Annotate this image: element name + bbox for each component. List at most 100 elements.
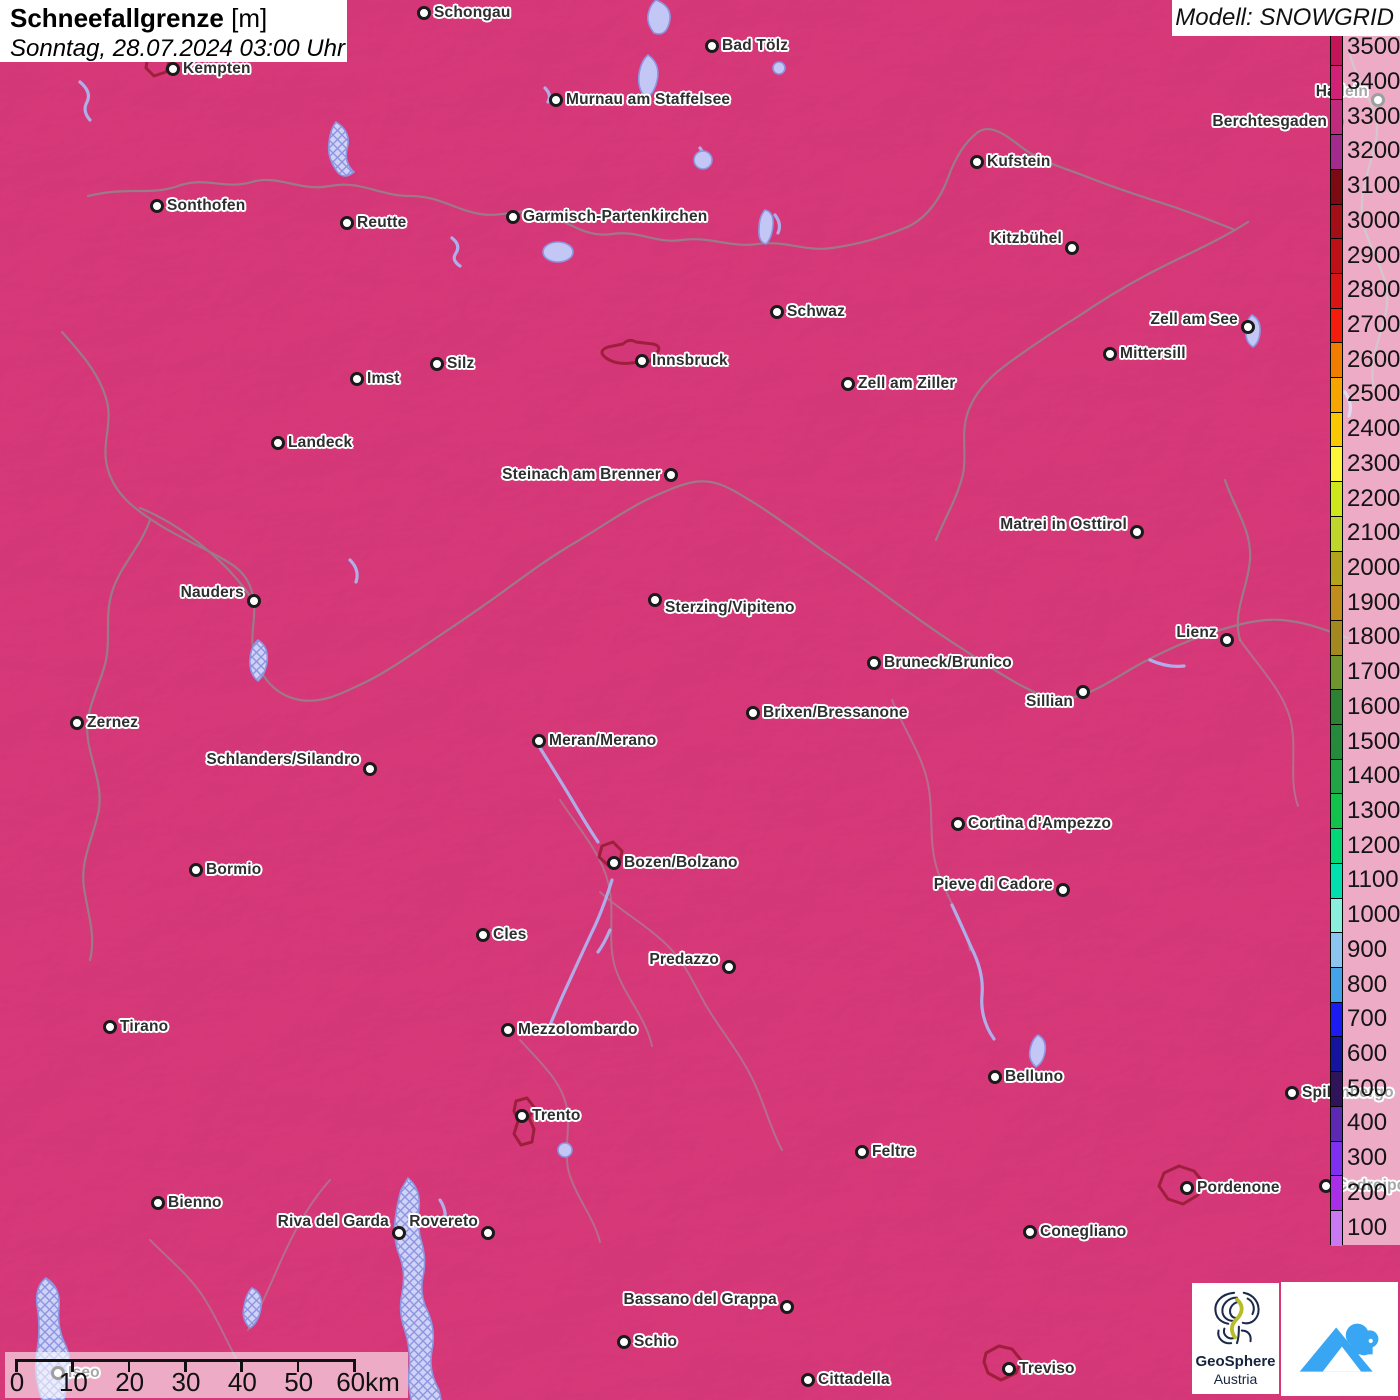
city-label: Meran/Merano — [549, 732, 657, 749]
colorbar-tick-label: 2600 — [1347, 345, 1400, 373]
city-dot — [392, 1226, 406, 1240]
scale-bar-label: 30 — [171, 1367, 201, 1397]
scale-bar: 0 10 20 30 40 50 60km — [5, 1352, 408, 1398]
city-dot — [189, 863, 203, 877]
city-dot — [635, 354, 649, 368]
geosphere-logo-subtext: Austria — [1213, 1370, 1258, 1387]
geosphere-logo-text: GeoSphere — [1195, 1353, 1276, 1370]
city-dot — [1285, 1086, 1299, 1100]
colorbar-tick-label: 3200 — [1347, 137, 1400, 165]
city-dot — [271, 436, 285, 450]
colorbar-tick-label: 2000 — [1347, 554, 1400, 582]
city-label: Treviso — [1019, 1360, 1075, 1377]
city-label: Lienz — [1176, 624, 1217, 641]
city-label: Cortina d'Ampezzo — [968, 815, 1112, 832]
city-dot — [770, 305, 784, 319]
colorbar-tick-label: 3100 — [1347, 172, 1400, 200]
city-label: Pieve di Cadore — [933, 876, 1053, 893]
weather-map: Schongau Bad Tölz Kempten Murnau am Staffel… — [0, 0, 1400, 1400]
city-label: Landeck — [288, 434, 353, 451]
city-dot — [801, 1373, 815, 1387]
city-dot — [648, 593, 662, 607]
colorbar-tick-label: 3400 — [1347, 68, 1400, 96]
colorbar-tick-label: 800 — [1347, 970, 1388, 998]
city-marker-layer: Schongau Bad Tölz Kempten Murnau am Staffel… — [0, 0, 1400, 1400]
city-dot — [855, 1145, 869, 1159]
city-label: Predazzo — [649, 951, 719, 968]
city-dot — [970, 155, 984, 169]
colorbar-cell — [1331, 308, 1342, 344]
city-label: Schwaz — [787, 303, 846, 320]
city-label: Rovereto — [409, 1213, 478, 1230]
city-label: Silz — [447, 355, 475, 372]
city-dot — [1076, 685, 1090, 699]
colorbar-cell — [1331, 482, 1342, 517]
colorbar-cell — [1331, 690, 1342, 726]
city-dot — [350, 372, 364, 386]
partner-logo — [1281, 1282, 1398, 1396]
colorbar-cell — [1331, 516, 1342, 552]
city-label: Garmisch-Partenkirchen — [523, 208, 708, 225]
city-label: Bienno — [168, 1194, 222, 1211]
city-dot — [247, 594, 261, 608]
colorbar-strip — [1330, 30, 1343, 1246]
colorbar: 3500 3400 3300 3200 3100 3000 2900 2800 2700 2600… — [1330, 30, 1400, 1246]
colorbar-tick-label: 1400 — [1347, 762, 1400, 790]
colorbar-tick-label: 1300 — [1347, 797, 1400, 825]
colorbar-cell — [1331, 759, 1342, 795]
city-dot — [1056, 883, 1070, 897]
city-label: Bozen/Bolzano — [624, 854, 738, 871]
city-label: Murnau am Staffelsee — [566, 91, 731, 108]
city-label: Nauders — [180, 584, 244, 601]
city-dot — [103, 1020, 117, 1034]
colorbar-cell — [1331, 655, 1342, 691]
colorbar-cell — [1331, 31, 1342, 66]
city-dot — [506, 210, 520, 224]
colorbar-cell — [1331, 135, 1342, 170]
colorbar-tick-label: 1100 — [1347, 866, 1399, 894]
city-dot — [1180, 1181, 1194, 1195]
city-label: Sillian — [1025, 693, 1073, 710]
city-dot — [363, 762, 377, 776]
colorbar-tick-label: 600 — [1347, 1040, 1388, 1068]
colorbar-tick-label: 3300 — [1347, 102, 1400, 130]
city-label: Schio — [634, 1333, 678, 1350]
colorbar-cell — [1331, 100, 1342, 136]
city-label: Sterzing/Vipiteno — [665, 599, 795, 616]
city-label: Sonthofen — [167, 197, 246, 214]
colorbar-cell — [1331, 447, 1342, 483]
colorbar-cell — [1331, 1037, 1342, 1073]
colorbar-tick-label: 500 — [1347, 1074, 1388, 1102]
city-label: Trento — [532, 1107, 581, 1124]
colorbar-cell — [1331, 378, 1342, 413]
colorbar-tick-label: 400 — [1347, 1109, 1388, 1137]
city-label: Matrei in Osttirol — [1000, 516, 1127, 533]
city-label: Bad Tölz — [722, 37, 789, 54]
scale-bar-label: 60km — [336, 1367, 400, 1397]
colorbar-cell — [1331, 967, 1342, 1003]
city-dot — [1023, 1225, 1037, 1239]
colorbar-cell — [1331, 1002, 1342, 1038]
city-dot — [501, 1023, 515, 1037]
city-label: Brixen/Bressanone — [763, 704, 908, 721]
city-label: Cles — [493, 926, 527, 943]
colorbar-tick-label: 3000 — [1347, 206, 1400, 234]
colorbar-cell — [1331, 933, 1342, 968]
colorbar-tick-label: 1800 — [1347, 623, 1400, 651]
colorbar-tick-label: 2700 — [1347, 311, 1400, 339]
city-label: Belluno — [1005, 1068, 1064, 1085]
city-dot — [951, 817, 965, 831]
city-dot — [746, 706, 760, 720]
colorbar-tick-label: 1600 — [1347, 692, 1400, 720]
title-text: Schneefallgrenze — [10, 3, 224, 33]
map-title: Schneefallgrenze [m] — [10, 3, 347, 34]
city-label: Conegliano — [1040, 1223, 1127, 1240]
colorbar-cell — [1331, 412, 1342, 448]
city-dot — [1130, 525, 1144, 539]
city-label: Bruneck/Brunico — [884, 654, 1012, 671]
colorbar-cell — [1331, 863, 1342, 899]
scale-bar-label: 50 — [284, 1367, 314, 1397]
colorbar-cell — [1331, 551, 1342, 587]
colorbar-cell — [1331, 1176, 1342, 1211]
colorbar-cell — [1331, 898, 1342, 934]
